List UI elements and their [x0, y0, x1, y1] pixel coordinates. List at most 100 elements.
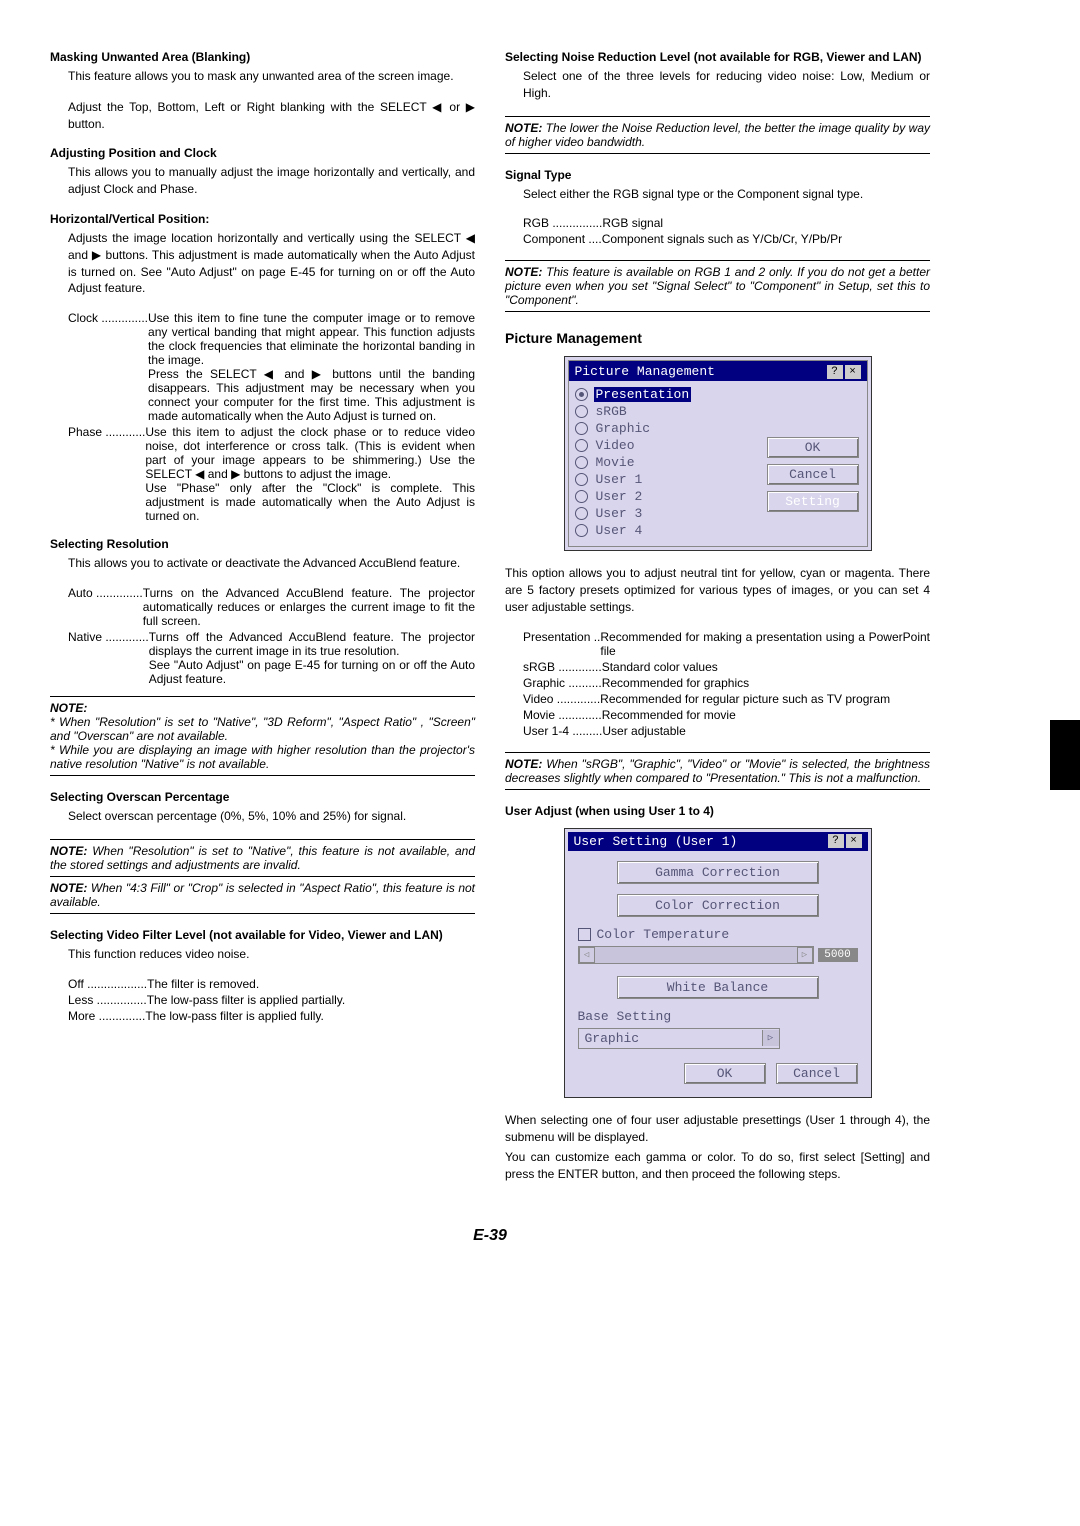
blanking-p1: This feature allows you to mask any unwa…	[50, 68, 475, 85]
us-titlebar-icons: ? ×	[826, 834, 862, 848]
pm-cancel-button[interactable]: Cancel	[767, 464, 859, 485]
pm-option-label: User 3	[594, 506, 645, 521]
auto-desc: Turns on the Advanced AccuBlend feature.…	[143, 586, 475, 628]
arrow-left-icon[interactable]: ◁	[579, 947, 595, 963]
pm-movie-row: Movie ............. Recommended for movi…	[505, 708, 930, 722]
hvpos-title: Horizontal/Vertical Position:	[50, 212, 475, 226]
pm-option-graphic[interactable]: Graphic	[575, 421, 767, 436]
hvpos-p1: Adjusts the image location horizontally …	[50, 230, 475, 297]
color-temp-row: Color Temperature	[578, 927, 858, 942]
useradj-title: User Adjust (when using User 1 to 4)	[505, 804, 930, 818]
pm-option-movie[interactable]: Movie	[575, 455, 767, 470]
rgb-desc: RGB signal	[602, 216, 930, 230]
gamma-button[interactable]: Gamma Correction	[617, 861, 819, 884]
clock-term: Clock ..............	[50, 311, 148, 423]
page-number: E-39	[50, 1227, 930, 1245]
clock-desc: Use this item to fine tune the computer …	[148, 311, 475, 423]
pm-option-presentation[interactable]: Presentation	[575, 387, 767, 402]
pm-option-user2[interactable]: User 2	[575, 489, 767, 504]
overscan-p1: Select overscan percentage (0%, 5%, 10% …	[50, 808, 475, 825]
videofilter-p1: This function reduces video noise.	[50, 946, 475, 963]
signal-note-text: This feature is available on RGB 1 and 2…	[505, 265, 930, 307]
left-column: Masking Unwanted Area (Blanking) This fe…	[50, 50, 475, 1197]
auto-term: Auto ..............	[50, 586, 143, 628]
clock-row: Clock .............. Use this item to fi…	[50, 311, 475, 423]
pm-option-user3[interactable]: User 3	[575, 506, 767, 521]
pm-heading: Picture Management	[505, 330, 930, 346]
radio-icon	[575, 388, 588, 401]
note-label: NOTE:	[505, 121, 542, 135]
pm-graphic-term: Graphic ..........	[505, 676, 602, 690]
radio-icon	[575, 507, 588, 520]
signal-p1: Select either the RGB signal type or the…	[505, 186, 930, 203]
pm-p1: This option allows you to adjust neutral…	[505, 565, 930, 615]
pm-option-user4[interactable]: User 4	[575, 523, 767, 538]
posclock-p1: This allows you to manually adjust the i…	[50, 164, 475, 198]
resolution-title: Selecting Resolution	[50, 537, 475, 551]
pm-option-user1[interactable]: User 1	[575, 472, 767, 487]
pm-srgb-desc: Standard color values	[602, 660, 930, 674]
note-label: NOTE:	[50, 881, 87, 895]
comp-row: Component .... Component signals such as…	[505, 232, 930, 246]
us-cancel-button[interactable]: Cancel	[776, 1063, 858, 1084]
videofilter-title: Selecting Video Filter Level (not availa…	[50, 928, 475, 942]
overscan-note1-block: NOTE: When "Resolution" is set to "Nativ…	[50, 844, 475, 872]
white-balance-button[interactable]: White Balance	[617, 976, 819, 999]
posclock-title: Adjusting Position and Clock	[50, 146, 475, 160]
picture-management-dialog: Picture Management ?× Presentation sRGB …	[564, 356, 872, 551]
native-term: Native .............	[50, 630, 149, 686]
res-note-block: NOTE: * When "Resolution" is set to "Nat…	[50, 701, 475, 771]
pm-user-desc: User adjustable	[602, 724, 930, 738]
arrow-right-icon[interactable]: ▷	[797, 947, 813, 963]
close-icon[interactable]: ×	[845, 365, 861, 379]
useradj-p2: You can customize each gamma or color. T…	[505, 1149, 930, 1183]
noise-title: Selecting Noise Reduction Level (not ava…	[505, 50, 930, 64]
noise-note: NOTE: The lower the Noise Reduction leve…	[505, 121, 930, 149]
pm-option-label: User 2	[594, 489, 645, 504]
pm-user-term: User 1-4 .........	[505, 724, 602, 738]
color-temp-slider[interactable]: ◁ ▷	[578, 946, 814, 964]
radio-icon	[575, 490, 588, 503]
close-icon[interactable]: ×	[846, 834, 862, 848]
base-setting-value: Graphic	[579, 1029, 762, 1048]
radio-icon	[575, 524, 588, 537]
auto-row: Auto .............. Turns on the Advance…	[50, 586, 475, 628]
pm-option-label: sRGB	[594, 404, 629, 419]
pm-note-text: When "sRGB", "Graphic", "Video" or "Movi…	[505, 757, 930, 785]
checkbox-icon[interactable]	[578, 928, 591, 941]
pm-option-video[interactable]: Video	[575, 438, 767, 453]
pm-option-srgb[interactable]: sRGB	[575, 404, 767, 419]
user-setting-dialog: User Setting (User 1) ? × Gamma Correcti…	[564, 828, 872, 1098]
radio-icon	[575, 439, 588, 452]
radio-icon	[575, 456, 588, 469]
pm-video-desc: Recommended for regular picture such as …	[600, 692, 930, 706]
pm-presentation-term: Presentation ..	[505, 630, 600, 658]
base-setting-select[interactable]: Graphic ▷	[578, 1028, 780, 1049]
color-correction-button[interactable]: Color Correction	[617, 894, 819, 917]
comp-term: Component ....	[505, 232, 602, 246]
help-icon[interactable]: ?	[827, 365, 843, 379]
pm-movie-desc: Recommended for movie	[602, 708, 930, 722]
pm-srgb-row: sRGB ............. Standard color values	[505, 660, 930, 674]
content-columns: Masking Unwanted Area (Blanking) This fe…	[50, 50, 930, 1197]
pm-note: NOTE: When "sRGB", "Graphic", "Video" or…	[505, 757, 930, 785]
pm-user-row: User 1-4 ......... User adjustable	[505, 724, 930, 738]
pm-ok-button[interactable]: OK	[767, 437, 859, 458]
phase-term: Phase ............	[50, 425, 145, 523]
pm-setting-button[interactable]: Setting	[767, 491, 859, 512]
rgb-row: RGB ............... RGB signal	[505, 216, 930, 230]
res-note2: * While you are displaying an image with…	[50, 743, 475, 771]
pm-srgb-term: sRGB .............	[505, 660, 602, 674]
noise-p1: Select one of the three levels for reduc…	[505, 68, 930, 102]
rgb-term: RGB ...............	[505, 216, 602, 230]
off-row: Off .................. The filter is rem…	[50, 977, 475, 991]
us-titlebar: User Setting (User 1) ? ×	[568, 832, 868, 851]
help-icon[interactable]: ?	[828, 834, 844, 848]
more-row: More .............. The low-pass filter …	[50, 1009, 475, 1023]
overscan-title: Selecting Overscan Percentage	[50, 790, 475, 804]
pm-option-label: Graphic	[594, 421, 653, 436]
pm-option-label: Video	[594, 438, 637, 453]
us-ok-button[interactable]: OK	[684, 1063, 766, 1084]
pm-graphic-row: Graphic .......... Recommended for graph…	[505, 676, 930, 690]
phase-row: Phase ............ Use this item to adju…	[50, 425, 475, 523]
